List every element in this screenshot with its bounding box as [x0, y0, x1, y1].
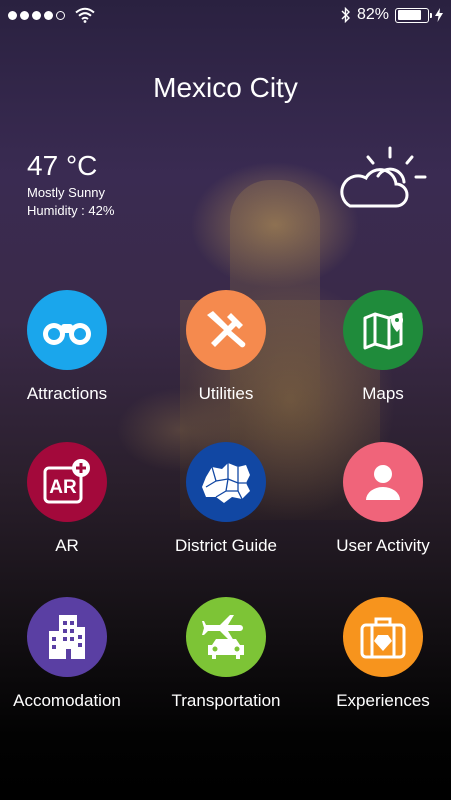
- menu-tile-accomodation[interactable]: Accomodation: [0, 597, 142, 711]
- ar-icon[interactable]: AR: [27, 442, 107, 522]
- menu-tile-label[interactable]: Attractions: [27, 384, 107, 404]
- menu-tile-label[interactable]: AR: [55, 536, 79, 556]
- menu-tile-label[interactable]: Maps: [362, 384, 404, 404]
- map-icon[interactable]: [343, 290, 423, 370]
- menu-tile-utilities[interactable]: Utilities: [151, 290, 301, 404]
- building-icon[interactable]: [27, 597, 107, 677]
- menu-tile-user-activity[interactable]: User Activity: [308, 442, 451, 556]
- menu-grid: Attractions Utilities Maps AR AR District Gui…: [0, 0, 451, 800]
- plane-car-icon[interactable]: [186, 597, 266, 677]
- menu-tile-maps[interactable]: Maps: [308, 290, 451, 404]
- tools-icon[interactable]: [186, 290, 266, 370]
- menu-tile-label[interactable]: Experiences: [336, 691, 430, 711]
- menu-tile-experiences[interactable]: Experiences: [308, 597, 451, 711]
- svg-text:AR: AR: [49, 477, 77, 498]
- user-icon[interactable]: [343, 442, 423, 522]
- menu-tile-transportation[interactable]: Transportation: [151, 597, 301, 711]
- menu-tile-attractions[interactable]: Attractions: [0, 290, 142, 404]
- menu-tile-label[interactable]: Transportation: [172, 691, 281, 711]
- menu-tile-label[interactable]: Utilities: [199, 384, 254, 404]
- menu-tile-district-guide[interactable]: District Guide: [151, 442, 301, 556]
- menu-tile-label[interactable]: Accomodation: [13, 691, 121, 711]
- binoculars-icon[interactable]: [27, 290, 107, 370]
- suitcase-icon[interactable]: [343, 597, 423, 677]
- menu-tile-ar[interactable]: AR AR: [0, 442, 142, 556]
- menu-tile-label[interactable]: District Guide: [175, 536, 277, 556]
- menu-tile-label[interactable]: User Activity: [336, 536, 430, 556]
- district-map-icon[interactable]: [186, 442, 266, 522]
